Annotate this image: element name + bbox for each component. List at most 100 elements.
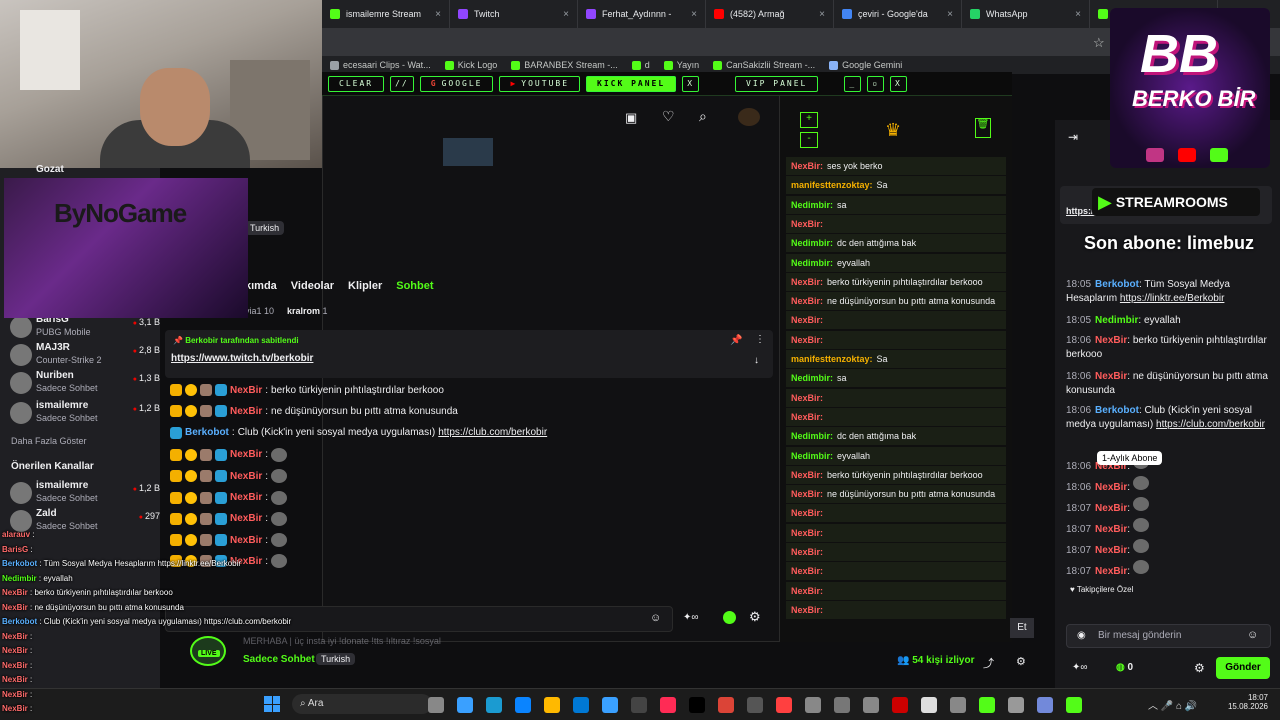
bookmark-item[interactable]: d bbox=[631, 60, 650, 70]
tab-videolar[interactable]: Videolar bbox=[291, 280, 334, 292]
mod-chat-user[interactable]: manifesttenzoktay: bbox=[791, 180, 873, 190]
mod-chat-user[interactable]: NexBir: bbox=[791, 489, 823, 499]
tab-close-icon[interactable]: × bbox=[691, 9, 697, 20]
taskbar-app-icon[interactable] bbox=[892, 697, 908, 713]
mod-chat-user[interactable]: manifesttenzoktay: bbox=[791, 354, 873, 364]
right-chat-user[interactable]: NexBir bbox=[1095, 371, 1127, 382]
taskbar-app-icon[interactable] bbox=[950, 697, 966, 713]
right-chat-input[interactable]: ◉ Bir mesaj gönderin ☺ bbox=[1066, 624, 1271, 648]
right-chat-user[interactable]: NexBir bbox=[1095, 545, 1127, 556]
vip-panel-button[interactable]: VIP PANEL bbox=[735, 75, 819, 92]
mod-chat-user[interactable]: Nedimbir: bbox=[791, 373, 833, 383]
mod-chat-user[interactable]: NexBir: bbox=[791, 586, 823, 596]
browser-tab[interactable]: çeviri - Google'da × bbox=[834, 0, 962, 28]
tab-sohbet[interactable]: Sohbet bbox=[396, 280, 433, 292]
chat-link[interactable]: https://club.com/berkobir bbox=[438, 427, 547, 438]
bookmark-item[interactable]: CanSakizlii Stream -... bbox=[713, 60, 815, 70]
stream-thumbnail[interactable] bbox=[443, 138, 493, 166]
chat-username[interactable]: NexBir bbox=[230, 385, 262, 396]
remove-button[interactable]: - bbox=[800, 132, 818, 148]
mod-chat-user[interactable]: NexBir: bbox=[791, 219, 823, 229]
kick-panel-button[interactable]: KICK PANEL bbox=[586, 75, 677, 92]
x-button[interactable]: X bbox=[682, 75, 700, 92]
tab-close-icon[interactable]: × bbox=[947, 9, 953, 20]
taskbar-app-icon[interactable] bbox=[573, 697, 589, 713]
tab-close-icon[interactable]: × bbox=[819, 9, 825, 20]
youtube-button[interactable]: ▶ YOUTUBE bbox=[499, 75, 581, 92]
right-chat-user[interactable]: Berkobot bbox=[1095, 405, 1139, 416]
taskbar-app-icon[interactable] bbox=[689, 697, 705, 713]
mod-chat-user[interactable]: NexBir: bbox=[791, 315, 823, 325]
taskbar-app-icon[interactable] bbox=[457, 697, 473, 713]
taskbar-app-icon[interactable] bbox=[631, 697, 647, 713]
taskbar-app-icon[interactable] bbox=[747, 697, 763, 713]
send-button[interactable]: Gönder bbox=[1216, 657, 1270, 679]
mod-chat-user[interactable]: NexBir: bbox=[791, 470, 823, 480]
tab-close-icon[interactable]: × bbox=[563, 9, 569, 20]
right-chat-user[interactable]: NexBir bbox=[1095, 335, 1127, 346]
taskbar-app-icon[interactable] bbox=[660, 697, 676, 713]
points-icon[interactable]: ✦∞ bbox=[683, 612, 699, 623]
browser-tab[interactable]: Ferhat_Aydınnn - × bbox=[578, 0, 706, 28]
bookmark-item[interactable]: ecesaari Clips - Wat... bbox=[330, 60, 431, 70]
mod-chat-user[interactable]: NexBir: bbox=[791, 161, 823, 171]
trash-icon[interactable]: 🗑 bbox=[975, 118, 991, 138]
mod-chat-user[interactable]: Nedimbir: bbox=[791, 200, 833, 210]
taskbar-app-icon[interactable] bbox=[921, 697, 937, 713]
right-chat-user[interactable]: NexBir bbox=[1095, 503, 1127, 514]
mod-chat-user[interactable]: NexBir: bbox=[791, 335, 823, 345]
chat-username[interactable]: NexBir bbox=[230, 406, 262, 417]
mod-chat-user[interactable]: Nedimbir: bbox=[791, 431, 833, 441]
taskbar-app-icon[interactable] bbox=[834, 697, 850, 713]
sidebar-channel[interactable]: ismailemre Sadece Sohbet 1,2 B bbox=[10, 399, 160, 427]
taskbar-app-icon[interactable] bbox=[1066, 697, 1082, 713]
mod-chat-user[interactable]: NexBir: bbox=[791, 566, 823, 576]
bookmark-item[interactable]: Google Gemini bbox=[829, 60, 902, 70]
chat-username[interactable]: Berkobot bbox=[185, 427, 229, 438]
right-settings-icon[interactable]: ⚙ bbox=[1194, 661, 1205, 675]
taskbar-app-icon[interactable] bbox=[428, 697, 444, 713]
tray-icons[interactable]: ︿ 🎤 ⌂ 🔊 bbox=[1148, 697, 1197, 712]
sidebar-channel[interactable]: Nuriben Sadece Sohbet 1,3 B bbox=[10, 369, 160, 397]
search-icon[interactable]: ⌕ bbox=[699, 108, 707, 125]
language-tag-footer[interactable]: Turkish bbox=[316, 653, 356, 665]
layout-icon[interactable]: ⚙ bbox=[1016, 655, 1026, 668]
kick-coin-icon[interactable] bbox=[723, 611, 736, 624]
browser-tab[interactable]: WhatsApp × bbox=[962, 0, 1090, 28]
right-chat-user[interactable]: NexBir bbox=[1095, 482, 1127, 493]
taskbar-search[interactable]: ⌕ Ara bbox=[292, 694, 432, 714]
chat-username[interactable]: NexBir bbox=[230, 535, 262, 546]
taskbar-app-icon[interactable] bbox=[863, 697, 879, 713]
pinned-link[interactable]: https://www.twitch.tv/berkobir bbox=[171, 353, 313, 364]
profile-avatar[interactable] bbox=[738, 108, 760, 126]
right-chat-user[interactable]: Nedimbir bbox=[1095, 315, 1138, 326]
show-more-link[interactable]: Daha Fazla Göster bbox=[11, 436, 87, 446]
mod-chat-user[interactable]: NexBir: bbox=[791, 393, 823, 403]
taskbar-app-icon[interactable] bbox=[602, 697, 618, 713]
bookmark-item[interactable]: BARANBEX Stream -... bbox=[511, 60, 618, 70]
bookmark-item[interactable]: Yayın bbox=[663, 60, 699, 70]
tab-klipler[interactable]: Klipler bbox=[348, 280, 382, 292]
mod-chat-user[interactable]: NexBir: bbox=[791, 528, 823, 538]
add-button[interactable]: + bbox=[800, 112, 818, 128]
mod-chat-user[interactable]: NexBir: bbox=[791, 296, 823, 306]
taskbar-app-icon[interactable] bbox=[486, 697, 502, 713]
mod-chat-user[interactable]: NexBir: bbox=[791, 412, 823, 422]
clock[interactable]: 18:07 15.08.2026 bbox=[1220, 693, 1268, 711]
sidebar-channel[interactable]: MAJ3R Counter-Strike 2 2,8 B bbox=[10, 341, 160, 369]
follow-button[interactable]: Et bbox=[1010, 618, 1034, 638]
maximize-button[interactable]: ▫ bbox=[867, 75, 885, 92]
taskbar-app-icon[interactable] bbox=[1008, 697, 1024, 713]
divider-button[interactable]: // bbox=[390, 75, 414, 92]
google-button[interactable]: G GOOGLE bbox=[419, 75, 494, 92]
taskbar-app-icon[interactable] bbox=[515, 697, 531, 713]
chat-username[interactable]: NexBir bbox=[230, 449, 262, 460]
taskbar-app-icon[interactable] bbox=[805, 697, 821, 713]
chat-username[interactable]: NexBir bbox=[230, 471, 262, 482]
right-emoji-icon[interactable]: ☺ bbox=[1247, 629, 1258, 641]
taskbar-app-icon[interactable] bbox=[718, 697, 734, 713]
right-chat-link[interactable]: https://linktr.ee/Berkobir bbox=[1120, 293, 1225, 304]
recommended-channel[interactable]: ismailemre Sadece Sohbet 1,2 B bbox=[10, 479, 160, 507]
collapse-chat-icon[interactable]: ⇥ bbox=[1068, 130, 1078, 144]
tab-close-icon[interactable]: × bbox=[1075, 9, 1081, 20]
